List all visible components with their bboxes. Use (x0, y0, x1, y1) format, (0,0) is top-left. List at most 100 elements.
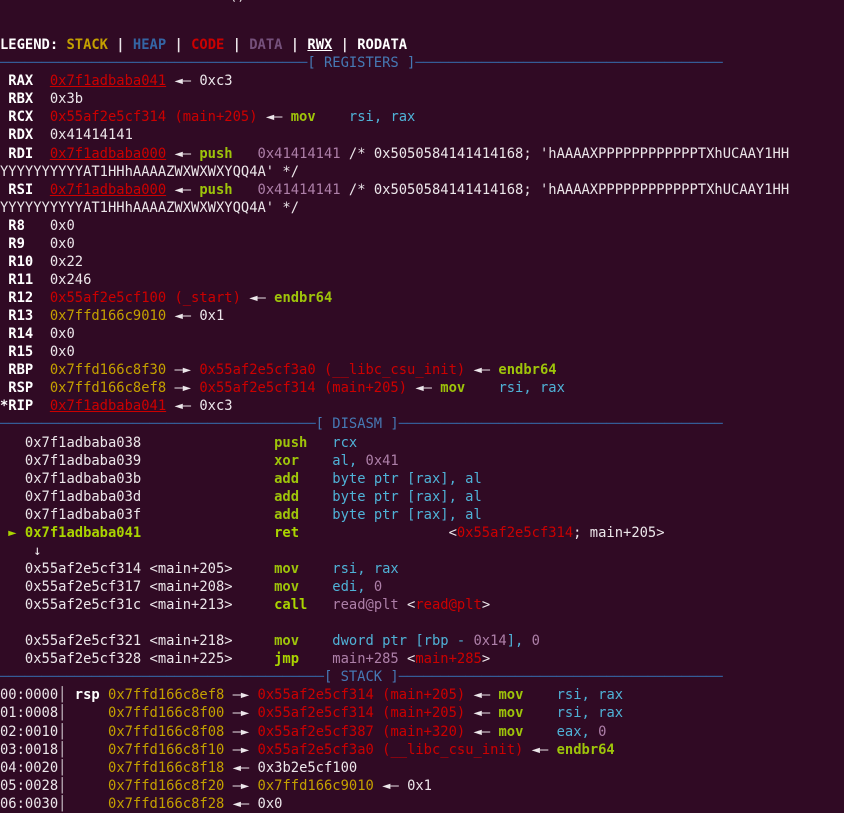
rbx-value: 0x3b (49, 91, 84, 108)
text-segment: ─────────────────────────────────────── (0, 669, 324, 686)
stack-offset: 04:0020 (0, 759, 59, 776)
register-name: R11 (0, 271, 50, 288)
text-segment: ◄— 0x1 (373, 777, 432, 794)
text-segment: mov (498, 705, 524, 722)
text-segment: ◄— 0x3b2e5cf100 (224, 759, 358, 776)
text-segment: ◄— 0x0 (224, 795, 283, 812)
stack-offset: 01:0008 (0, 705, 59, 722)
text-segment: eax, (556, 723, 599, 740)
text-segment: 0x55af2e5cf314 (main+205) (257, 705, 466, 722)
text-segment: | (332, 37, 358, 54)
rsp-marker: rsp (66, 687, 109, 704)
register-row-rdi-wrap: YYYYYYYYYYAT1HHhAAAAZWXWXWXYQQ4A' */ (0, 163, 844, 181)
text-segment: endbr64 (498, 362, 557, 379)
text-segment: YYYYYYYYYYAT1HHhAAAAZWXWXWXYQQ4A' */ (0, 163, 300, 180)
text-segment: add (274, 506, 300, 523)
register-row-r13: R13 0x7ffd166c9010 ◄— 0x1 (0, 307, 844, 325)
disasm-row-current: ► 0x7f1adbaba041 ret <0x55af2e5cf314; ma… (0, 524, 844, 542)
text-segment: main+285 (415, 651, 482, 668)
rax-value: 0x7f1adbaba041 (49, 73, 167, 90)
disasm-row-03f: 0x7f1adbaba03f add byte ptr [rax], al (0, 506, 844, 524)
text-segment (233, 182, 258, 198)
register-row-rcx: RCX 0x55af2e5cf314 (main+205) ◄— mov rsi… (0, 108, 844, 126)
text-segment: 0 (598, 723, 607, 740)
disasm-row-main225: 0x55af2e5cf328 <main+225> jmp main+285 <… (0, 650, 844, 668)
text-segment: 0x55af2e5cf387 (main+320) (257, 723, 466, 740)
register-row-rbx: RBX 0x3b (0, 90, 844, 108)
r12-value: 0x55af2e5cf100 (_start) (49, 290, 241, 306)
text-segment: | (166, 37, 192, 54)
text-segment: > (481, 597, 491, 614)
disasm-row-039: 0x7f1adbaba039 xor al, 0x41 (0, 452, 844, 470)
text-segment: —► (224, 723, 258, 740)
register-name: R12 (0, 290, 50, 306)
text-segment (307, 435, 332, 451)
text-segment: jmp (274, 651, 300, 668)
text-segment: ───────────────────────────────────── (0, 55, 308, 72)
rip-value: 0x7f1adbaba041 (49, 398, 167, 415)
text-segment: dword ptr [rbp - (332, 633, 474, 650)
rdx-value: 0x41414141 (49, 127, 133, 144)
disasm-row-main218: 0x55af2e5cf321 <main+218> mov dword ptr … (0, 632, 844, 650)
text-segment: 0x55af2e5cf314 (main+205) (257, 687, 466, 704)
disasm-row-main213: 0x55af2e5cf31c <main+213> call read@plt … (0, 596, 844, 614)
legend-label: LEGEND: (0, 37, 67, 54)
text-segment: rsi, rax (556, 705, 624, 722)
registers-banner: ─────────────────────────────────────[ R… (0, 54, 844, 72)
text-segment: ◄— (465, 362, 499, 379)
text-segment (316, 109, 349, 125)
register-name: R14 (0, 326, 50, 343)
text-segment: rsi, rax (332, 560, 399, 577)
text-segment: main+285 (332, 651, 399, 668)
instruction-address: 0x55af2e5cf31c <main+213> (0, 597, 275, 614)
text-segment: 0x7ffd166c8f20 (108, 777, 225, 794)
text-segment: 0x41414141 (257, 145, 341, 162)
register-row-rsi: RSI 0x7f1adbaba000 ◄— push 0x41414141 /*… (0, 181, 844, 199)
text-segment (66, 742, 108, 758)
text-segment: —► (166, 380, 200, 397)
instruction-address: 0x7f1adbaba03d (0, 488, 275, 505)
stack-row-00: 00:0000│ rsp 0x7ffd166c8ef8 —► 0x55af2e5… (0, 686, 844, 704)
text-segment: 0x7ffd166c8f18 (108, 759, 225, 776)
text-segment: rsi, rax (498, 380, 565, 397)
legend-rodata: RODATA (357, 37, 408, 54)
r8-value: 0x0 (49, 217, 75, 234)
disasm-banner: ──────────────────────────────────────[ … (0, 415, 844, 433)
register-name: *RIP (0, 398, 50, 415)
text-segment (299, 453, 332, 469)
text-segment: endbr64 (274, 290, 333, 306)
text-segment: byte ptr [rax], al (332, 506, 482, 523)
r15-value: 0x0 (49, 344, 75, 361)
text-segment: | (108, 37, 133, 54)
text-segment: —► (224, 741, 258, 758)
register-row-rsp: RSP 0x7ffd166c8ef8 —► 0x55af2e5cf314 (ma… (0, 379, 844, 397)
text-segment (523, 724, 556, 740)
text-segment: mov (498, 687, 524, 704)
stack-row-04: 04:0020│ 0x7ffd166c8f18 ◄— 0x3b2e5cf100 (0, 759, 844, 777)
stack-row-01: 01:0008│ 0x7ffd166c8f00 —► 0x55af2e5cf31… (0, 704, 844, 722)
text-segment (66, 796, 108, 812)
text-segment: ◄— (407, 380, 441, 397)
text-segment: ◄— 0xc3 (166, 73, 233, 90)
text-segment: < (398, 651, 416, 668)
text-segment: add (274, 470, 300, 487)
text-segment: 0x55af2e5cf314 (main+205) (199, 380, 408, 397)
terminal-screen[interactable]: () LEGEND: STACK | HEAP | CODE | DATA | … (0, 0, 844, 813)
register-row-rdi: RDI 0x7f1adbaba000 ◄— push 0x41414141 /*… (0, 145, 844, 163)
register-name: R15 (0, 344, 50, 361)
text-segment: | (224, 37, 250, 54)
stack-banner: ───────────────────────────────────────[… (0, 668, 844, 686)
register-name: RBP (0, 362, 50, 379)
text-segment (307, 597, 332, 613)
text-segment: mov (290, 109, 316, 126)
text-segment: mov (274, 633, 300, 650)
text-segment: 0x7ffd166c9010 (257, 777, 374, 794)
disasm-blank-row (0, 614, 844, 632)
text-segment: < (299, 524, 457, 541)
register-row-rsi-wrap: YYYYYYYYYYAT1HHhAAAAZWXWXWXYQQ4A' */ (0, 199, 844, 217)
text-segment: add (274, 488, 300, 505)
text-segment: | (282, 37, 308, 54)
text-segment: read@plt (332, 597, 399, 614)
register-name: R9 (0, 235, 50, 252)
register-row-r10: R10 0x22 (0, 253, 844, 271)
